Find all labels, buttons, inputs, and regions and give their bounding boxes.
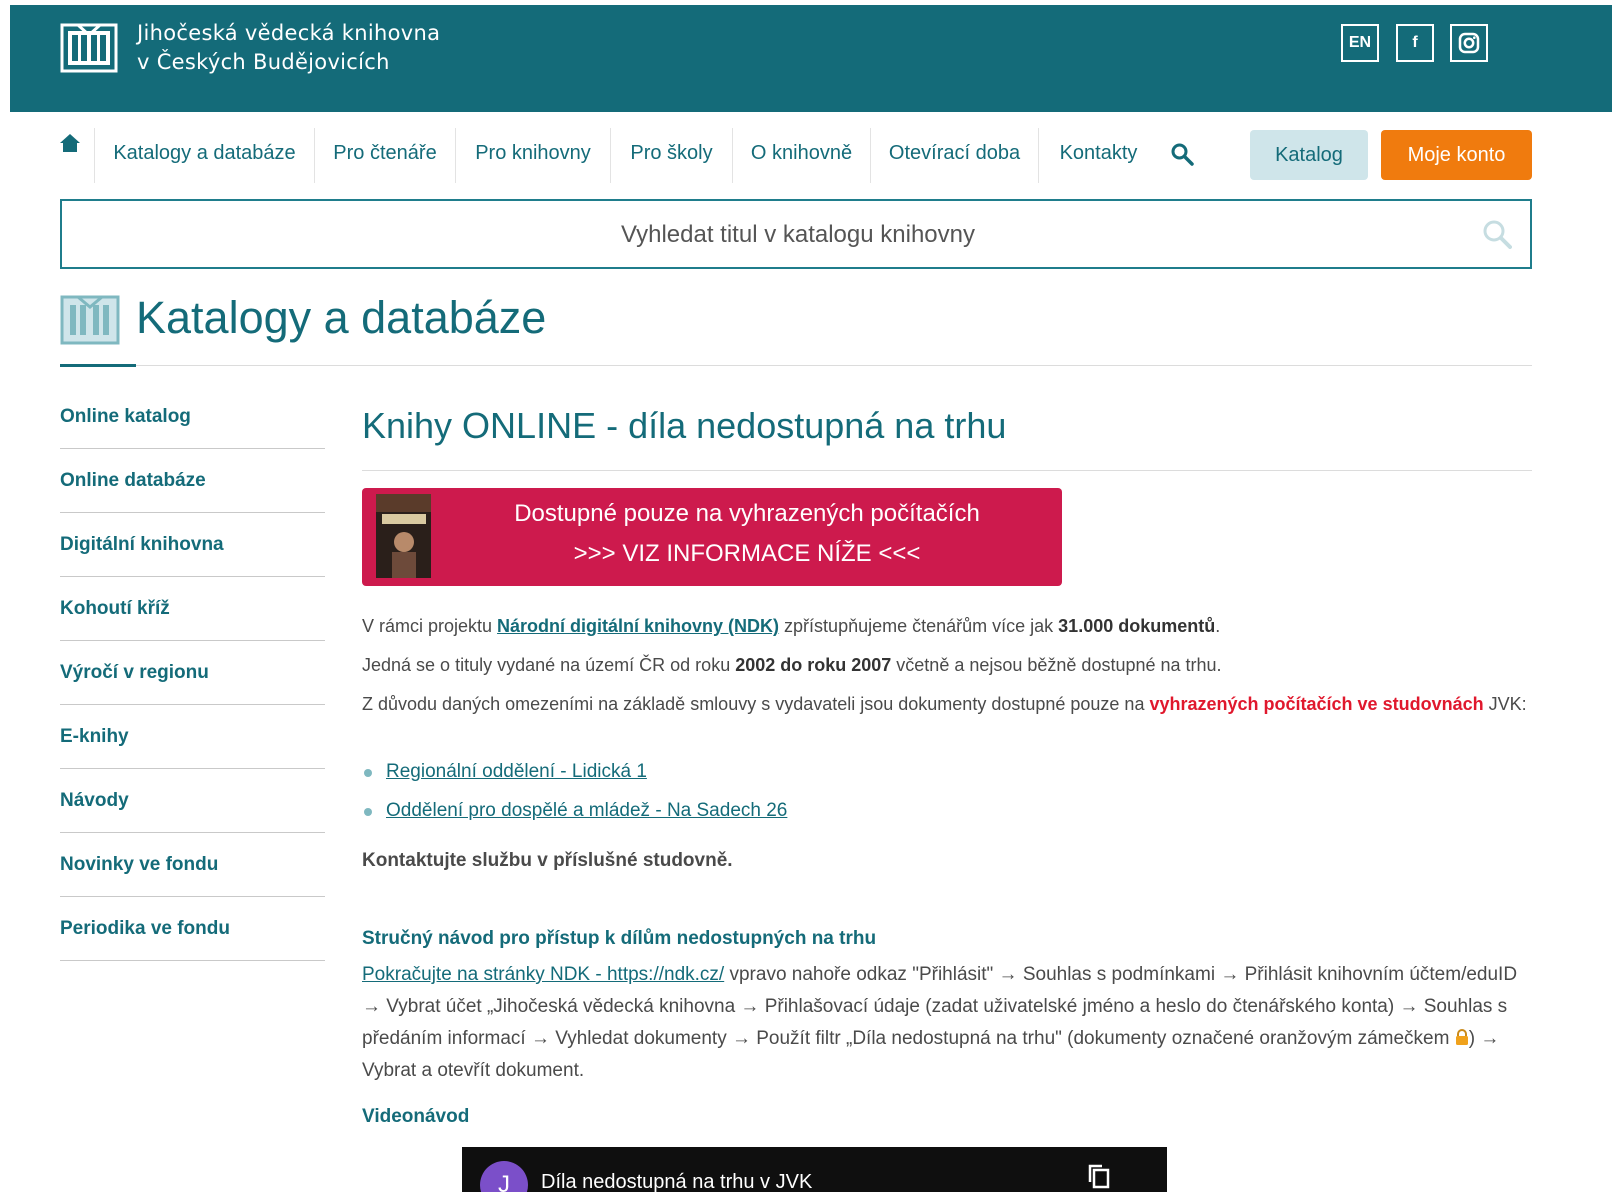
video-player[interactable]: J Díla nedostupná na trhu v JVK — [462, 1147, 1167, 1192]
list-item: Regionální oddělení - Lidická 1 — [362, 756, 787, 795]
ndk-website-link[interactable]: Pokračujte na stránky NDK - https://ndk.… — [362, 964, 724, 985]
lock-icon — [1455, 1029, 1468, 1045]
years-text-before: Jedná se o tituly vydané na území ČR od … — [362, 655, 736, 675]
library-name[interactable]: Jihočeská vědecká knihovna v Českých Bud… — [137, 19, 440, 77]
sidebar-item-digitalni-knihovna[interactable]: Digitální knihovna — [60, 513, 325, 577]
language-switch-button[interactable]: EN — [1341, 24, 1379, 62]
intro-text-middle: zpřístupňujeme čtenářům více jak — [779, 616, 1059, 636]
catalog-search-input[interactable] — [62, 201, 1534, 269]
search-icon[interactable] — [1170, 142, 1194, 166]
list-item: Oddělení pro dospělé a mládež - Na Sadec… — [362, 795, 787, 834]
page-title: Katalogy a databáze — [136, 292, 547, 343]
years-range: 2002 do roku 2007 — [735, 655, 892, 675]
years-text-after: včetně a nejsou běžně dostupné na trhu. — [891, 655, 1222, 675]
video-guide-heading: Videonávod — [362, 1106, 470, 1127]
channel-avatar[interactable]: J — [480, 1161, 528, 1192]
article-divider — [362, 470, 1532, 471]
main-navigation: Katalogy a databáze Pro čtenáře Pro knih… — [0, 128, 1612, 183]
ndk-link[interactable]: Národní digitální knihovny (NDK) — [497, 616, 779, 636]
home-icon[interactable] — [60, 133, 80, 153]
language-label: EN — [1348, 34, 1372, 51]
catalog-search-bar — [60, 199, 1534, 269]
availability-banner[interactable]: Dostupné pouze na vyhrazených počítačích… — [362, 488, 1062, 586]
library-logo-icon[interactable] — [60, 21, 118, 75]
article-title: Knihy ONLINE - díla nedostupná na trhu — [362, 405, 1007, 446]
sidebar-item-online-katalog[interactable]: Online katalog — [60, 385, 325, 449]
sidebar-item-navody[interactable]: Návody — [60, 769, 325, 833]
sidebar-item-novinky-ve-fondu[interactable]: Novinky ve fondu — [60, 833, 325, 897]
instagram-button[interactable] — [1450, 24, 1488, 62]
site-header: Jihočeská vědecká knihovna v Českých Bud… — [10, 5, 1612, 112]
catalog-section-icon — [60, 295, 120, 345]
years-paragraph: Jedná se o tituly vydané na území ČR od … — [362, 649, 1532, 681]
guide-text: Pokračujte na stránky NDK - https://ndk.… — [362, 959, 1532, 1087]
reading-room-link-lidicka[interactable]: Regionální oddělení - Lidická 1 — [386, 761, 647, 782]
nav-item-oteviraci-doba[interactable]: Otevírací doba — [870, 128, 1038, 183]
katalog-button[interactable]: Katalog — [1250, 130, 1368, 180]
facebook-icon: f — [1412, 34, 1418, 51]
video-title[interactable]: Díla nedostupná na trhu v JVK — [541, 1171, 812, 1192]
restriction-highlight: vyhrazených počítačích ve studovnách — [1149, 694, 1484, 714]
sidebar-item-e-knihy[interactable]: E-knihy — [60, 705, 325, 769]
sidebar-item-kohouti-kriz[interactable]: Kohoutí kříž — [60, 577, 325, 641]
copy-link-icon[interactable] — [1087, 1163, 1111, 1189]
restriction-text-after: JVK: — [1483, 694, 1527, 714]
nav-item-katalogy[interactable]: Katalogy a databáze — [94, 128, 314, 183]
nav-item-pro-skoly[interactable]: Pro školy — [610, 128, 732, 183]
intro-paragraph: V rámci projektu Národní digitální kniho… — [362, 610, 1532, 642]
nav-item-kontakty[interactable]: Kontakty — [1038, 128, 1158, 183]
nav-item-pro-knihovny[interactable]: Pro knihovny — [455, 128, 610, 183]
bullet-icon — [364, 769, 372, 777]
book-cover-image — [376, 494, 431, 578]
sidebar-item-periodika-ve-fondu[interactable]: Periodika ve fondu — [60, 897, 325, 961]
instagram-icon — [1458, 32, 1480, 54]
intro-text-after: . — [1215, 616, 1221, 636]
sidebar-item-online-databaze[interactable]: Online databáze — [60, 449, 325, 513]
nav-item-o-knihovne[interactable]: O knihovně — [732, 128, 870, 183]
search-submit-icon[interactable] — [1482, 219, 1512, 249]
guide-heading: Stručný návod pro přístup k dílům nedost… — [362, 928, 877, 949]
restriction-text-before: Z důvodu daných omezeními na základě sml… — [362, 694, 1150, 714]
library-name-line2: v Českých Budějovicích — [137, 50, 390, 74]
title-divider-accent — [60, 364, 136, 367]
banner-headline: Dostupné pouze na vyhrazených počítačích — [514, 500, 980, 527]
reading-room-link-na-sadech[interactable]: Oddělení pro dospělé a mládež - Na Sadec… — [386, 800, 787, 821]
title-divider — [60, 365, 1532, 366]
contact-note: Kontaktujte službu v příslušné studovně. — [362, 850, 733, 871]
banner-subline: >>> VIZ INFORMACE NÍŽE <<< — [573, 540, 921, 567]
intro-text-before: V rámci projektu — [362, 616, 498, 636]
sidebar-item-vyroci-v-regionu[interactable]: Výročí v regionu — [60, 641, 325, 705]
nav-item-pro-ctenare[interactable]: Pro čtenáře — [314, 128, 455, 183]
bullet-icon — [364, 808, 372, 816]
sidebar-menu: Online katalog Online databáze Digitální… — [60, 385, 325, 961]
library-name-line1: Jihočeská vědecká knihovna — [137, 21, 441, 45]
reading-room-list: Regionální oddělení - Lidická 1 Oddělení… — [362, 756, 787, 834]
my-account-button[interactable]: Moje konto — [1381, 130, 1532, 180]
restriction-paragraph: Z důvodu daných omezeními na základě sml… — [362, 688, 1532, 720]
intro-count: 31.000 dokumentů — [1058, 616, 1216, 636]
facebook-button[interactable]: f — [1396, 24, 1434, 62]
